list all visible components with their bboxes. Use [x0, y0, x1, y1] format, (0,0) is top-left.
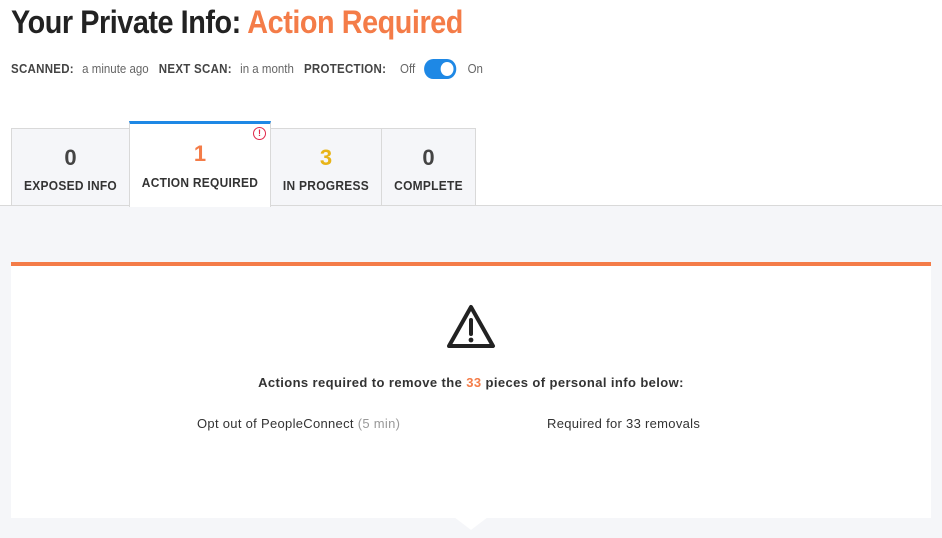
tab-complete[interactable]: 0 COMPLETE: [381, 128, 476, 205]
headline-after: pieces of personal info below:: [485, 375, 684, 390]
next-scan-label: NEXT SCAN:: [158, 62, 232, 76]
tab-count: 0: [422, 145, 435, 170]
alert-icon: !: [253, 127, 266, 140]
page-title: Your Private Info: Action Required: [11, 4, 463, 41]
optout-duration: (5 min): [357, 416, 401, 431]
optout-item[interactable]: Opt out of PeopleConnect (5 min): [197, 416, 400, 431]
tab-label: IN PROGRESS: [282, 178, 370, 193]
tab-action-required[interactable]: ! 1 ACTION REQUIRED: [129, 121, 271, 207]
tab-exposed-info[interactable]: 0 EXPOSED INFO: [11, 128, 130, 205]
tab-label: EXPOSED INFO: [23, 178, 118, 193]
tab-label: ACTION REQUIRED: [141, 175, 259, 190]
protection-toggle[interactable]: [424, 59, 457, 79]
tab-count: 0: [64, 145, 77, 170]
tab-label: COMPLETE: [394, 178, 463, 193]
page-title-status: Action Required: [247, 4, 463, 40]
protection-label: PROTECTION:: [303, 62, 387, 76]
scanned-label: SCANNED:: [11, 62, 74, 76]
headline-count: 33: [466, 375, 482, 390]
next-scan-value: in a month: [240, 62, 294, 76]
required-for-removals: Required for 33 removals: [547, 416, 701, 431]
card-headline: Actions required to remove the 33 pieces…: [0, 375, 942, 390]
tab-in-progress[interactable]: 3 IN PROGRESS: [270, 128, 382, 205]
warning-triangle-icon: [447, 305, 495, 348]
tab-count: 3: [319, 145, 333, 170]
protection-on-label: On: [467, 62, 483, 76]
tab-count: 1: [193, 141, 207, 166]
action-card: [11, 262, 931, 518]
optout-text: Opt out of PeopleConnect: [197, 416, 354, 431]
headline-before: Actions required to remove the: [258, 375, 463, 390]
page: Your Private Info: Action Required SCANN…: [0, 0, 942, 538]
toggle-knob: [440, 62, 454, 76]
scan-status-row: SCANNED: a minute ago NEXT SCAN: in a mo…: [11, 59, 493, 79]
page-title-prefix: Your Private Info:: [11, 4, 241, 40]
scanned-value: a minute ago: [82, 62, 149, 76]
card-pointer: [454, 517, 488, 530]
protection-off-label: Off: [400, 62, 416, 76]
